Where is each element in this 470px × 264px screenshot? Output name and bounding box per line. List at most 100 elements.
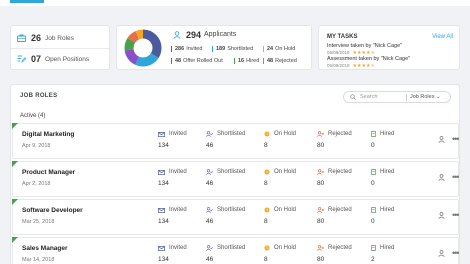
rejected-count: 80	[317, 256, 325, 263]
task-text: Interview taken by "Nick Cage"	[327, 43, 403, 49]
badge-icon	[371, 207, 376, 213]
job-role-row[interactable]: Digital Marketing Apr 9, 2018 Invited 134…	[12, 123, 460, 159]
hired-column: Hired 0	[371, 131, 395, 149]
on-hold-count: 8	[264, 218, 268, 225]
on-hold-column: On Hold 8	[264, 207, 297, 225]
status-flag	[12, 237, 18, 243]
view-all-link[interactable]: View All	[432, 34, 453, 40]
job-role-date: Apr 9, 2018	[22, 143, 51, 149]
shortlisted-count: 46	[206, 218, 214, 225]
job-roles-title: JOB ROLES	[20, 93, 58, 99]
legend-on-hold: 24 On Hold	[263, 46, 295, 52]
user-x-icon	[317, 131, 324, 137]
legend-rejected: 48 Rejected	[263, 58, 297, 64]
user-x-icon	[317, 245, 324, 251]
user-check-icon	[206, 245, 213, 251]
task-date: 05/08/2018	[327, 50, 350, 55]
job-role-title[interactable]: Digital Marketing	[22, 131, 74, 138]
shortlisted-column: Shortlisted 46	[206, 245, 246, 263]
more-options-icon[interactable]: •••	[452, 210, 460, 220]
on-hold-count: 8	[264, 142, 268, 149]
edit-list-icon	[17, 55, 26, 63]
assign-user-icon[interactable]	[438, 174, 445, 183]
shortlisted-column: Shortlisted 46	[206, 169, 246, 187]
invited-column: Invited 134	[158, 131, 187, 149]
mail-icon	[158, 131, 165, 137]
job-roles-count: 26	[31, 33, 42, 43]
shortlisted-column: Shortlisted 46	[206, 131, 246, 149]
job-role-row[interactable]: Software Developer Mar 25, 2018 Invited 1…	[12, 199, 460, 235]
legend-offer-rolled-out: 48 Offer Rolled Out	[171, 58, 223, 64]
invited-column: Invited 134	[158, 169, 187, 187]
user-check-icon	[206, 207, 213, 213]
hired-count: 2	[371, 256, 375, 263]
active-group-label: Active (4)	[20, 113, 46, 119]
clock-icon	[264, 169, 270, 175]
badge-icon	[371, 131, 376, 137]
shortlisted-column: Shortlisted 46	[206, 207, 246, 225]
hired-column: Hired 2	[371, 245, 395, 263]
hired-column: Hired 0	[371, 207, 395, 225]
task-date: 05/08/2018	[327, 63, 350, 68]
more-options-icon[interactable]: •••	[452, 172, 460, 182]
on-hold-column: On Hold 8	[264, 131, 297, 149]
job-role-row[interactable]: Sales Manager Mar 14, 2018 Invited 134 Sh…	[12, 237, 460, 264]
assign-user-icon[interactable]	[438, 212, 445, 221]
user-x-icon	[317, 207, 324, 213]
legend-shortlisted: 189 Shortlisted	[212, 46, 253, 52]
on-hold-count: 8	[264, 180, 268, 187]
hired-count: 0	[371, 218, 375, 225]
invited-column: Invited 134	[158, 207, 187, 225]
rejected-column: Rejected 80	[317, 245, 352, 263]
task-item[interactable]: Assessment taken by "Nick Cage" 05/08/20…	[327, 56, 410, 69]
search-box[interactable]: Search Job Roles ⌄	[343, 91, 451, 103]
mail-icon	[158, 207, 165, 213]
status-flag	[12, 161, 18, 167]
rejected-column: Rejected 80	[317, 169, 352, 187]
search-input[interactable]: Search	[360, 94, 377, 100]
active-tab-indicator	[10, 0, 44, 3]
more-options-icon[interactable]: •••	[452, 248, 460, 258]
hired-column: Hired 0	[371, 169, 395, 187]
invited-column: Invited 134	[158, 245, 187, 263]
shortlisted-count: 46	[206, 256, 214, 263]
assign-user-icon[interactable]	[438, 136, 445, 145]
job-role-title[interactable]: Sales Manager	[22, 245, 68, 252]
user-x-icon	[317, 169, 324, 175]
mail-icon	[158, 245, 165, 251]
my-tasks-title: MY TASKS	[327, 34, 358, 40]
search-icon	[350, 94, 356, 100]
applicants-label: Applicants	[204, 31, 237, 38]
hired-count: 0	[371, 180, 375, 187]
job-roles-panel: JOB ROLES Search Job Roles ⌄ Active (4) …	[10, 84, 460, 264]
on-hold-column: On Hold 8	[264, 245, 297, 263]
applicants-count: 294	[186, 30, 202, 40]
mail-icon	[158, 169, 165, 175]
status-flag	[12, 123, 18, 129]
legend-invited: 286 Invited	[171, 46, 202, 52]
job-roles-stat[interactable]: 26 Job Roles	[11, 28, 74, 48]
shortlisted-count: 46	[206, 180, 214, 187]
job-role-title[interactable]: Software Developer	[22, 207, 83, 214]
hired-count: 0	[371, 142, 375, 149]
shortlisted-count: 46	[206, 142, 214, 149]
search-divider	[406, 94, 407, 101]
rating-stars-icon: ★★★★★	[352, 63, 375, 69]
job-role-row[interactable]: Product Manager Apr 2, 2018 Invited 134 S…	[12, 161, 460, 197]
job-role-title[interactable]: Product Manager	[22, 169, 75, 176]
search-scope-dropdown[interactable]: Job Roles ⌄	[410, 94, 441, 100]
job-role-date: Mar 25, 2018	[22, 219, 55, 225]
more-options-icon[interactable]: •••	[452, 134, 460, 144]
open-positions-count: 07	[31, 54, 42, 64]
assign-user-icon[interactable]	[438, 250, 445, 259]
legend-hired: 16 Hired	[234, 58, 259, 64]
invited-count: 134	[158, 142, 169, 149]
rejected-column: Rejected 80	[317, 131, 352, 149]
status-flag	[12, 199, 18, 205]
open-positions-stat[interactable]: 07 Open Positions	[11, 49, 89, 69]
briefcase-icon	[17, 34, 26, 42]
job-role-date: Mar 14, 2018	[22, 257, 55, 263]
user-check-icon	[206, 169, 213, 175]
badge-icon	[371, 169, 376, 175]
task-item[interactable]: Interview taken by "Nick Cage" 05/08/201…	[327, 43, 402, 56]
